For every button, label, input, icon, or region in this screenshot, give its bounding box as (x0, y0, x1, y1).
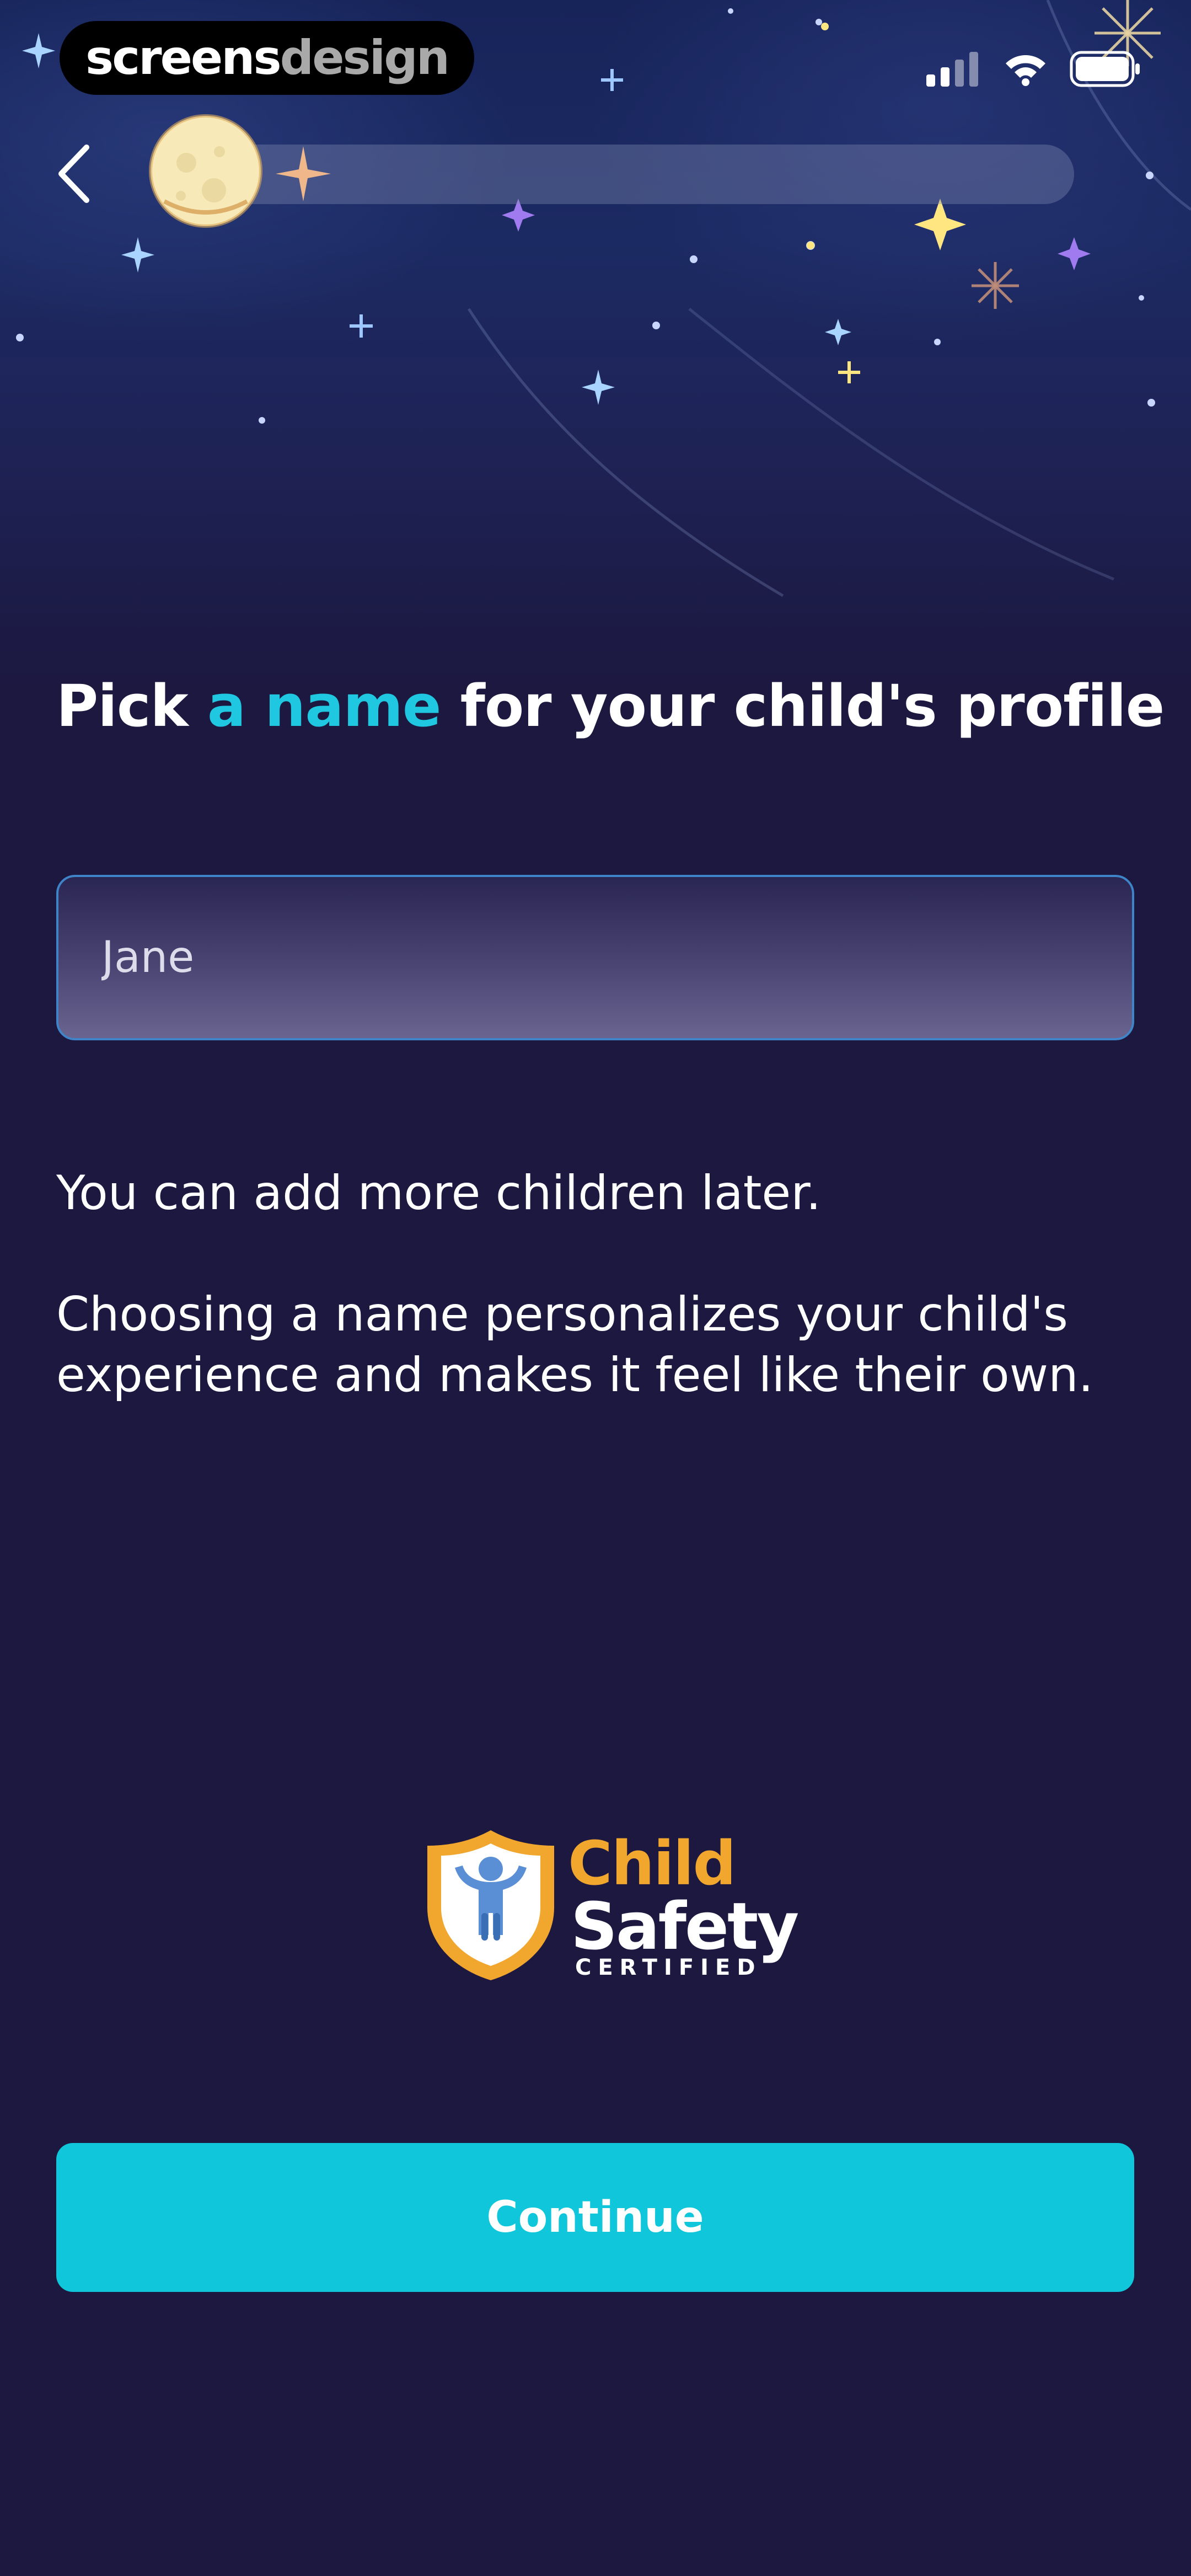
title-part-after: for your child's profile (441, 672, 1165, 740)
onboarding-screen: screens design Pick a name for your chil… (0, 0, 1191, 2576)
screensdesign-watermark: screens design (60, 21, 474, 95)
watermark-part1: screens (85, 30, 282, 85)
sparkle-icon (276, 146, 331, 201)
onboarding-progress-bar (221, 145, 1074, 204)
cellular-signal-icon (926, 52, 978, 87)
watermark-part2: design (280, 30, 450, 85)
title-part-before: Pick (56, 672, 207, 740)
battery-icon (1070, 51, 1140, 87)
badge-word-certified: CERTIFIED (575, 1955, 762, 1980)
badge-word-child: Child (568, 1828, 736, 1899)
starry-sky-header (0, 0, 1191, 690)
badge-word-safety: Safety (571, 1888, 799, 1964)
page-title: Pick a name for your child's profile (56, 665, 1165, 747)
stars-decoration (16, 0, 1191, 597)
status-bar (926, 44, 1141, 94)
personalization-note: Choosing a name personalizes your child'… (56, 1287, 1093, 1403)
add-children-note: You can add more children later. (56, 1166, 822, 1221)
continue-button[interactable]: Continue (56, 2143, 1134, 2292)
wifi-icon (1006, 55, 1045, 86)
title-accent: a name (207, 672, 442, 740)
child-name-input[interactable] (56, 875, 1134, 1040)
back-chevron-icon[interactable] (52, 141, 96, 207)
moon-icon (149, 114, 262, 228)
